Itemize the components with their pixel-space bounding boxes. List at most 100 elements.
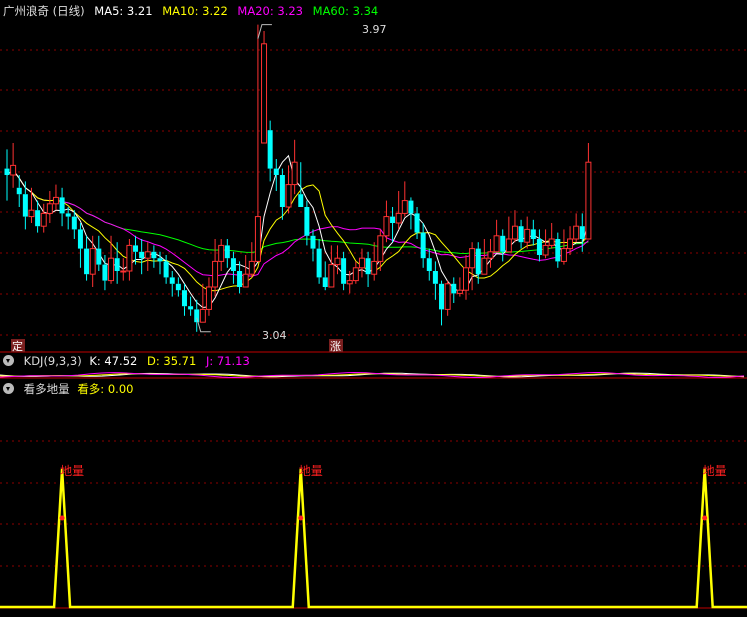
candle	[181, 283, 187, 316]
candle	[585, 143, 592, 240]
candle	[89, 235, 96, 287]
indicator-panel-header: 看多地量 看多: 0.00	[3, 381, 139, 397]
ma10-label: MA10: 3.22	[162, 4, 228, 18]
candle	[52, 184, 59, 211]
candle	[10, 143, 17, 188]
candle	[371, 242, 378, 281]
moving-average-lines	[6, 154, 589, 309]
kdj-d-label: D: 35.71	[147, 354, 197, 368]
candle	[242, 255, 249, 288]
candle	[511, 210, 518, 243]
kdj-panel-header: KDJ(9,3,3) K: 47.52 D: 35.71 J: 71.13	[3, 353, 256, 369]
candle	[542, 229, 549, 259]
candle	[444, 280, 451, 316]
candle	[139, 239, 145, 275]
collapse-icon[interactable]	[3, 355, 14, 366]
peak-label: 地量	[299, 464, 323, 478]
candle	[205, 277, 212, 316]
candle	[261, 31, 268, 144]
kdj-lines	[0, 371, 745, 379]
candle	[341, 251, 347, 291]
candle	[279, 168, 285, 220]
candle	[28, 187, 35, 223]
kdj-j-label: J: 71.13	[205, 354, 250, 368]
candle	[169, 271, 175, 297]
candle	[579, 213, 585, 252]
ma5-line	[6, 154, 589, 309]
candle	[555, 232, 561, 268]
candle	[524, 216, 531, 249]
candle	[420, 223, 426, 268]
kdj-title: KDJ(9,3,3)	[23, 354, 82, 368]
candle	[316, 239, 322, 284]
candle	[383, 200, 390, 243]
kdj-k-label: K: 47.52	[89, 354, 138, 368]
main-panel-header: 广州浪奇 (日线) MA5: 3.21 MA10: 3.22 MA20: 3.2…	[3, 3, 384, 19]
candle	[463, 255, 469, 300]
indicator-value-label: 看多: 0.00	[77, 382, 134, 396]
candle	[96, 235, 102, 271]
candle	[59, 187, 65, 227]
candle	[408, 197, 414, 230]
candle	[439, 280, 445, 326]
candle	[451, 277, 457, 303]
candle	[456, 277, 463, 297]
signal-polyline	[0, 468, 747, 609]
candle	[84, 235, 90, 281]
candle	[518, 219, 524, 249]
candle	[120, 258, 127, 281]
stock-title: 广州浪奇 (日线)	[3, 4, 85, 18]
candle	[108, 235, 115, 284]
candle	[248, 242, 255, 278]
candle	[212, 239, 219, 297]
candle	[530, 219, 536, 246]
candle	[224, 239, 230, 268]
candle	[560, 229, 567, 265]
candle	[4, 149, 10, 201]
candle	[126, 239, 133, 281]
candle	[328, 245, 335, 288]
signal-dot	[702, 515, 708, 521]
candle	[365, 251, 371, 287]
candle	[77, 223, 83, 268]
low-price-label: 3.04	[262, 329, 287, 342]
ma5-label: MA5: 3.21	[94, 4, 153, 18]
candle	[505, 216, 512, 253]
candle	[395, 191, 402, 230]
candle	[573, 213, 580, 243]
candle	[548, 223, 555, 249]
candle	[469, 242, 476, 291]
candle	[322, 261, 328, 291]
candle	[352, 261, 359, 284]
peak-label: 地量	[703, 464, 727, 478]
ma20-label: MA20: 3.23	[237, 4, 303, 18]
candle	[144, 242, 151, 271]
candle	[500, 229, 506, 262]
signal-dot	[298, 515, 304, 521]
high-callout	[257, 24, 272, 39]
candle	[310, 229, 316, 262]
indicator-title: 看多地量	[23, 382, 70, 396]
candle	[188, 296, 194, 316]
grid-lines	[0, 49, 747, 609]
zhang-marker: 涨	[330, 340, 341, 353]
candle	[199, 283, 206, 323]
candle	[40, 203, 47, 233]
candle	[16, 175, 22, 207]
candlestick-series	[4, 24, 592, 332]
candle	[46, 191, 53, 223]
candle	[493, 219, 500, 253]
signal-dot	[59, 515, 65, 521]
candle	[273, 159, 279, 191]
collapse-icon[interactable]	[3, 383, 14, 394]
candle	[194, 299, 200, 332]
stock-chart[interactable]: 地量 地量 地量 3.97 3.04 定 涨	[0, 0, 747, 617]
ma60-label: MA60: 3.34	[312, 4, 379, 18]
ding-marker: 定	[12, 339, 23, 353]
candle	[230, 251, 236, 284]
candle	[237, 261, 243, 294]
candle	[536, 229, 542, 262]
candle	[291, 139, 298, 195]
candle	[151, 245, 157, 268]
high-price-label: 3.97	[362, 23, 387, 36]
